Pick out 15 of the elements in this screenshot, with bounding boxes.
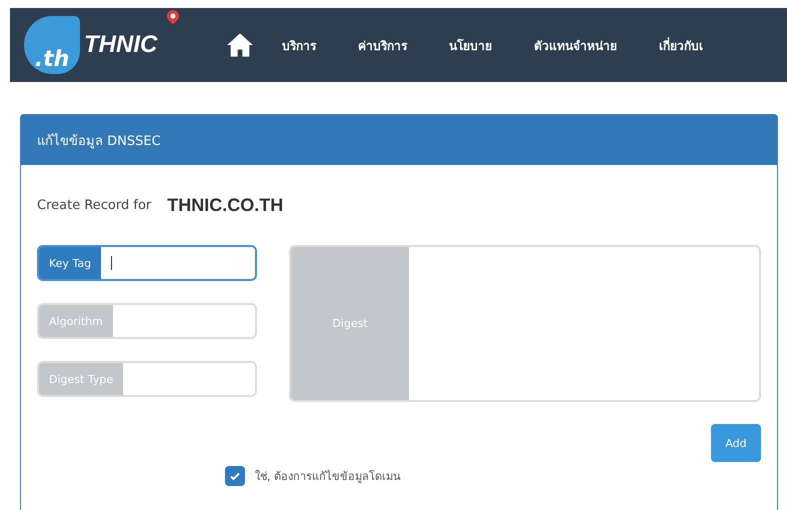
pin-icon	[167, 10, 179, 24]
checkbox[interactable]	[225, 466, 245, 486]
checkbox-label: ใช่, ต้องการแก้ไขข้อมูลโดเมน	[255, 469, 401, 485]
input-field[interactable]: Key Tag	[37, 245, 257, 281]
logo-wordmark[interactable]: THNIC	[84, 31, 158, 59]
nav-link[interactable]: เกี่ยวกับเ	[659, 36, 703, 54]
record-label: Create Record for	[37, 198, 152, 212]
nav-link[interactable]: ค่าบริการ	[358, 36, 407, 54]
nav-link[interactable]: นโยบาย	[449, 36, 492, 54]
nav-link[interactable]: ตัวแทนจำหน่าย	[534, 36, 617, 54]
nav-link[interactable]: บริการ	[282, 36, 316, 54]
domain-name: THNIC.CO.TH	[167, 194, 284, 216]
check-icon	[229, 470, 241, 482]
home-icon[interactable]	[226, 31, 254, 59]
panel-title: แก้ไขข้อมูล DNSSEC	[37, 132, 161, 150]
